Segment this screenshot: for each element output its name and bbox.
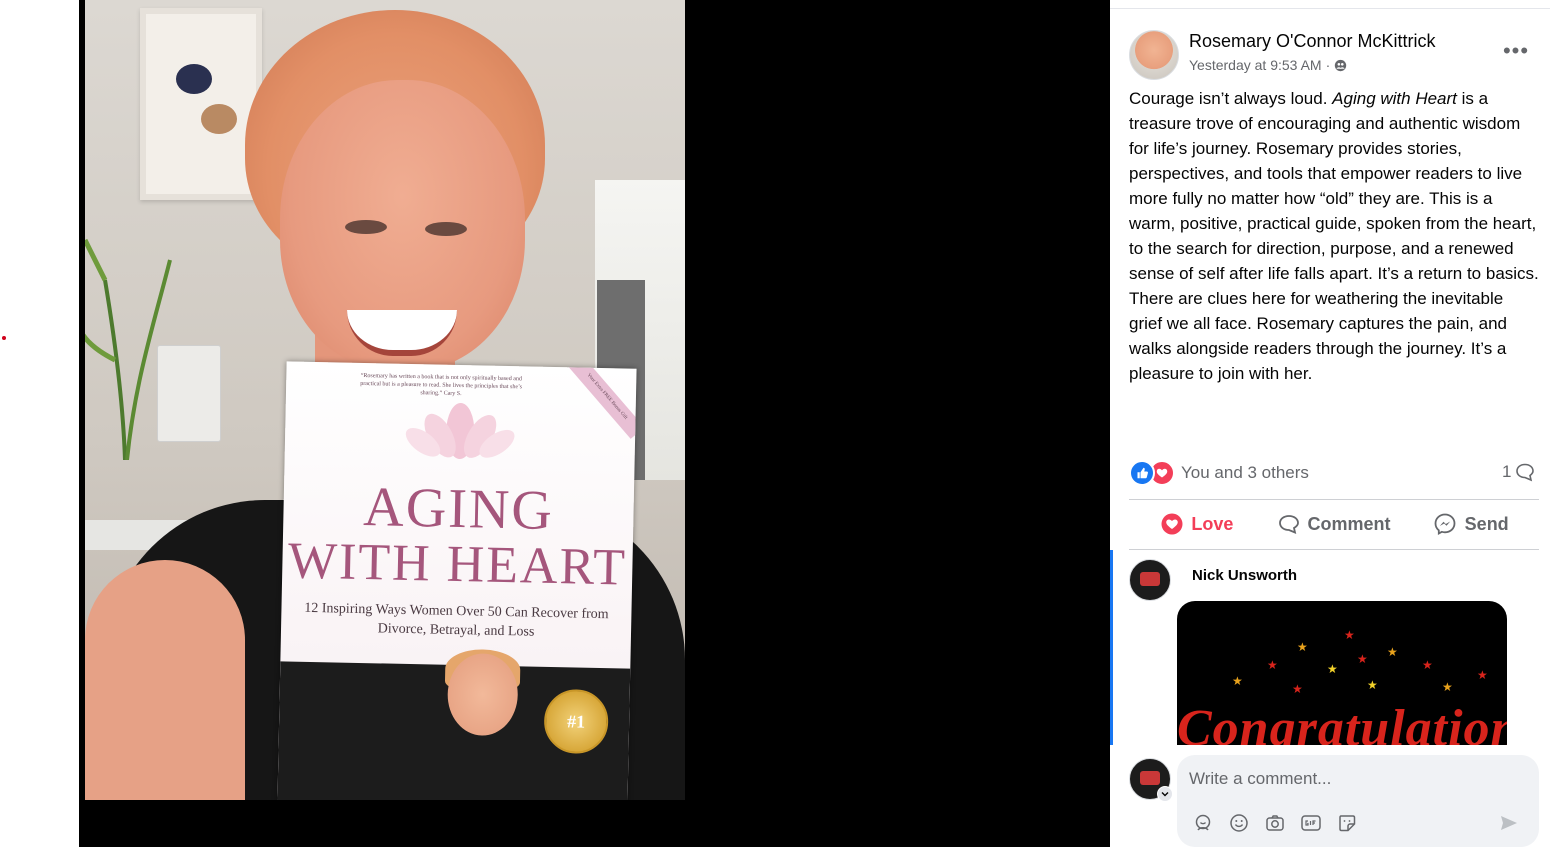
gif-congratulations-text: Congratulations: [1177, 700, 1507, 745]
book-corner-tag: Your Extra FREE Bonus Gift: [568, 361, 637, 439]
comments-list: Nick Unsworth ★ ★ ★ ★ ★ ★ ★ ★ ★ ★ ★ ★ Co…: [1110, 550, 1550, 745]
reaction-summary-text[interactable]: You and 3 others: [1181, 463, 1309, 483]
star-icon: ★: [1357, 652, 1368, 666]
post-timestamp-row: Yesterday at 9:53 AM ·: [1189, 57, 1347, 73]
post-more-options-button[interactable]: •••: [1500, 37, 1532, 65]
commenter-logo-icon: [1140, 572, 1160, 586]
comment-button[interactable]: Comment: [1266, 502, 1403, 546]
composer-avatar[interactable]: [1129, 758, 1173, 802]
divider: [1129, 499, 1539, 500]
author-name[interactable]: Rosemary O'Connor McKittrick: [1189, 31, 1436, 52]
star-icon: ★: [1477, 668, 1488, 682]
comment-input[interactable]: [1189, 765, 1519, 793]
send-button-label: Send: [1464, 513, 1509, 534]
post-text-book-title: Aging with Heart: [1332, 89, 1457, 108]
red-dot-marker: [2, 336, 6, 340]
lotus-icon: [405, 403, 515, 460]
chevron-down-icon[interactable]: [1157, 786, 1173, 802]
comment-count-value: 1: [1502, 462, 1512, 481]
send-comment-button[interactable]: [1497, 811, 1521, 835]
post-side-panel: Rosemary O'Connor McKittrick Yesterday a…: [1110, 0, 1550, 847]
wall-art-figure: [201, 104, 237, 134]
photo-button[interactable]: [1263, 811, 1287, 835]
wall-art-figure: [176, 64, 212, 94]
send-button[interactable]: Send: [1402, 502, 1539, 546]
composer-logo-icon: [1140, 771, 1160, 785]
light-switch: [157, 345, 221, 442]
commenter-avatar[interactable]: [1129, 559, 1171, 601]
comment-composer: [1177, 755, 1539, 847]
comment-icon: [1278, 515, 1299, 534]
like-reaction-icon: [1129, 460, 1155, 486]
post-timestamp[interactable]: Yesterday at 9:53 AM: [1189, 57, 1322, 73]
gif-button[interactable]: [1299, 811, 1323, 835]
book-cover: “Rosemary has written a book that is not…: [277, 361, 637, 800]
focus-indicator-bar: [1110, 550, 1113, 745]
avatar-sticker-icon: [1195, 814, 1211, 831]
comment-button-label: Comment: [1307, 513, 1391, 534]
left-gutter: [0, 0, 79, 847]
heart-icon: [1161, 513, 1183, 535]
sticker-button[interactable]: [1335, 811, 1359, 835]
star-icon: ★: [1327, 662, 1338, 676]
commenter-name[interactable]: Nick Unsworth: [1192, 567, 1297, 584]
comment-bubble-icon: [1516, 463, 1535, 482]
love-button-label: Love: [1191, 513, 1234, 534]
separator-dot: ·: [1325, 57, 1331, 73]
post-text-rest: is a treasure trove of encouraging and a…: [1129, 89, 1539, 383]
book-title-line2: WITH HEART: [287, 532, 628, 597]
more-horizontal-icon: •••: [1502, 38, 1530, 63]
audience-friends-icon[interactable]: [1334, 59, 1347, 72]
book-subtitle: 12 Inspiring Ways Women Over 50 Can Reco…: [304, 600, 609, 640]
star-icon: ★: [1232, 674, 1243, 688]
love-button[interactable]: Love: [1129, 502, 1266, 546]
star-icon: ★: [1297, 640, 1308, 654]
divider: [1110, 8, 1550, 9]
composer-tools: [1191, 811, 1359, 835]
person-eye: [425, 222, 467, 236]
person-eye: [345, 220, 387, 234]
camera-icon: [1266, 815, 1284, 831]
comment-gif[interactable]: ★ ★ ★ ★ ★ ★ ★ ★ ★ ★ ★ ★ Congratulations: [1177, 601, 1507, 745]
post-text: Courage isn’t always loud. Aging with He…: [1129, 86, 1539, 386]
avatar-sticker-button[interactable]: [1191, 811, 1215, 835]
person-arm: [85, 560, 245, 800]
star-icon: ★: [1387, 645, 1398, 659]
author-avatar[interactable]: [1129, 30, 1179, 80]
comment-count[interactable]: 1: [1502, 462, 1535, 482]
star-icon: ★: [1442, 680, 1453, 694]
star-icon: ★: [1344, 628, 1355, 642]
star-icon: ★: [1422, 658, 1433, 672]
emoji-icon: [1230, 814, 1248, 832]
sticker-icon: [1339, 815, 1356, 832]
star-icon: ★: [1267, 658, 1278, 672]
reactions-summary[interactable]: You and 3 others: [1129, 460, 1309, 486]
wall-art: [140, 8, 262, 200]
gif-icon: [1301, 815, 1321, 831]
photo-viewer: “Rosemary has written a book that is not…: [79, 0, 1110, 847]
post-photo[interactable]: “Rosemary has written a book that is not…: [85, 0, 685, 800]
star-icon: ★: [1292, 682, 1303, 696]
messenger-icon: [1434, 513, 1456, 536]
emoji-button[interactable]: [1227, 811, 1251, 835]
star-icon: ★: [1367, 678, 1378, 692]
post-text-intro: Courage isn’t always loud.: [1129, 89, 1333, 108]
post-action-bar: Love Comment Send: [1129, 502, 1539, 546]
send-arrow-icon: [1501, 816, 1517, 830]
